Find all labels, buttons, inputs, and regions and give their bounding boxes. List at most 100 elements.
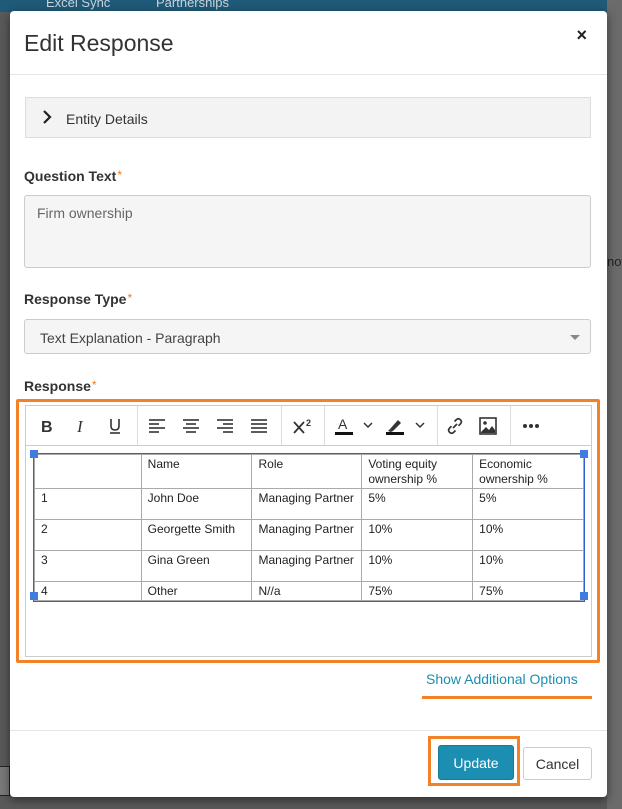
- response-table[interactable]: Name Role Voting equity ownership % Economi…: [33, 453, 585, 602]
- text-color-icon: A: [335, 417, 373, 435]
- more-icon: [523, 424, 539, 428]
- table-row: 2 Georgette Smith Managing Partner 10% 10%: [34, 519, 584, 551]
- italic-button[interactable]: I: [70, 415, 92, 437]
- required-mark: *: [117, 168, 122, 182]
- table-cell[interactable]: Georgette Smith: [140, 519, 253, 551]
- align-left-button[interactable]: [146, 415, 168, 437]
- table-cell[interactable]: Managing Partner: [251, 519, 363, 551]
- update-button[interactable]: Update: [438, 745, 514, 780]
- svg-text:B: B: [41, 419, 53, 434]
- align-right-button[interactable]: [214, 415, 236, 437]
- resize-handle[interactable]: [580, 592, 588, 600]
- image-button[interactable]: [477, 415, 499, 437]
- response-type-value: Text Explanation - Paragraph: [40, 330, 221, 346]
- bold-button[interactable]: B: [36, 415, 58, 437]
- underline-icon: [110, 419, 120, 434]
- svg-text:A: A: [338, 417, 348, 432]
- show-additional-options-link[interactable]: Show Additional Options: [426, 671, 578, 687]
- editor-toolbar: B I 2 A: [26, 406, 591, 446]
- table-cell[interactable]: [34, 454, 142, 489]
- cancel-button[interactable]: Cancel: [523, 747, 592, 780]
- image-icon: [479, 417, 497, 435]
- table-cell[interactable]: Economic ownership %: [472, 454, 584, 489]
- accordion-label: Entity Details: [66, 111, 148, 127]
- align-center-icon: [183, 419, 199, 433]
- table-row: Name Role Voting equity ownership % Economi…: [34, 454, 584, 489]
- modal-title: Edit Response: [24, 30, 174, 56]
- modal-header: Edit Response ×: [10, 11, 607, 75]
- table-cell[interactable]: N//a: [251, 581, 363, 601]
- svg-text:2: 2: [306, 418, 311, 428]
- table-cell[interactable]: 10%: [361, 519, 474, 551]
- align-right-icon: [217, 419, 233, 433]
- toolbar-divider: [324, 406, 325, 445]
- toolbar-divider: [137, 406, 138, 445]
- response-rich-text-editor[interactable]: B I 2 A Name Role Voting equity ownershi…: [25, 405, 592, 657]
- align-left-icon: [149, 419, 165, 433]
- table-cell[interactable]: Role: [251, 454, 363, 489]
- resize-handle[interactable]: [30, 450, 38, 458]
- response-label: Response*: [24, 378, 97, 394]
- table-cell[interactable]: 3: [34, 550, 142, 582]
- required-mark: *: [91, 378, 97, 392]
- bold-icon: B: [41, 419, 53, 434]
- table-cell[interactable]: 2: [34, 519, 142, 551]
- table-cell[interactable]: Gina Green: [140, 550, 253, 582]
- caret-down-icon: [570, 335, 580, 340]
- align-justify-button[interactable]: [248, 415, 270, 437]
- align-justify-icon: [251, 419, 267, 433]
- response-table-wrapper: Name Role Voting equity ownership % Economi…: [30, 450, 588, 602]
- link-icon: [447, 417, 463, 435]
- table-row: 4 Other N//a 75% 75%: [34, 581, 584, 601]
- bg-text-fragment: now: [607, 254, 622, 269]
- close-icon[interactable]: ×: [576, 25, 587, 46]
- table-cell[interactable]: John Doe: [140, 488, 253, 520]
- table-cell[interactable]: Name: [140, 454, 253, 489]
- entity-details-accordion[interactable]: Entity Details: [25, 97, 591, 138]
- svg-text:I: I: [76, 418, 84, 434]
- align-center-button[interactable]: [180, 415, 202, 437]
- link-highlight-underline: [422, 696, 592, 699]
- table-cell[interactable]: 5%: [361, 488, 474, 520]
- chevron-right-icon: [43, 110, 52, 124]
- superscript-button[interactable]: 2: [290, 415, 316, 437]
- toolbar-divider: [510, 406, 511, 445]
- table-cell[interactable]: Managing Partner: [251, 488, 363, 520]
- resize-handle[interactable]: [580, 450, 588, 458]
- table-cell[interactable]: 10%: [361, 550, 474, 582]
- question-text-value: Firm ownership: [37, 205, 133, 221]
- table-cell[interactable]: 5%: [472, 488, 584, 520]
- question-text-label: Question Text*: [24, 168, 122, 184]
- link-button[interactable]: [444, 415, 466, 437]
- table-cell[interactable]: 10%: [472, 519, 584, 551]
- text-color-button[interactable]: A: [333, 415, 377, 437]
- underline-button[interactable]: [104, 415, 126, 437]
- table-cell[interactable]: 75%: [361, 581, 474, 601]
- highlight-button[interactable]: [383, 415, 429, 437]
- table-cell[interactable]: 1: [34, 488, 142, 520]
- italic-icon: I: [76, 418, 84, 434]
- table-cell[interactable]: Managing Partner: [251, 550, 363, 582]
- background-right-area: now: [607, 0, 622, 809]
- background-left-element: [0, 766, 10, 796]
- toolbar-divider: [281, 406, 282, 445]
- resize-handle[interactable]: [30, 592, 38, 600]
- superscript-icon: 2: [293, 418, 311, 434]
- table-cell[interactable]: 10%: [472, 550, 584, 582]
- bg-nav-item: Partnerships: [156, 0, 229, 10]
- toolbar-divider: [437, 406, 438, 445]
- edit-response-modal: Edit Response × Entity Details Question …: [10, 11, 607, 797]
- table-row: 1 John Doe Managing Partner 5% 5%: [34, 488, 584, 520]
- table-cell[interactable]: 75%: [472, 581, 584, 601]
- table-cell[interactable]: 4: [34, 581, 142, 601]
- table-cell[interactable]: Other: [140, 581, 253, 601]
- table-row: 3 Gina Green Managing Partner 10% 10%: [34, 550, 584, 582]
- response-type-label: Response Type*: [24, 291, 133, 307]
- required-mark: *: [127, 291, 133, 305]
- table-cell[interactable]: Voting equity ownership %: [361, 454, 474, 489]
- more-button[interactable]: [520, 415, 542, 437]
- highlighter-icon: [386, 420, 425, 435]
- bg-nav-item: Excel Sync: [46, 0, 111, 10]
- response-type-select[interactable]: Text Explanation - Paragraph: [24, 319, 591, 354]
- question-text-field[interactable]: Firm ownership: [24, 195, 591, 268]
